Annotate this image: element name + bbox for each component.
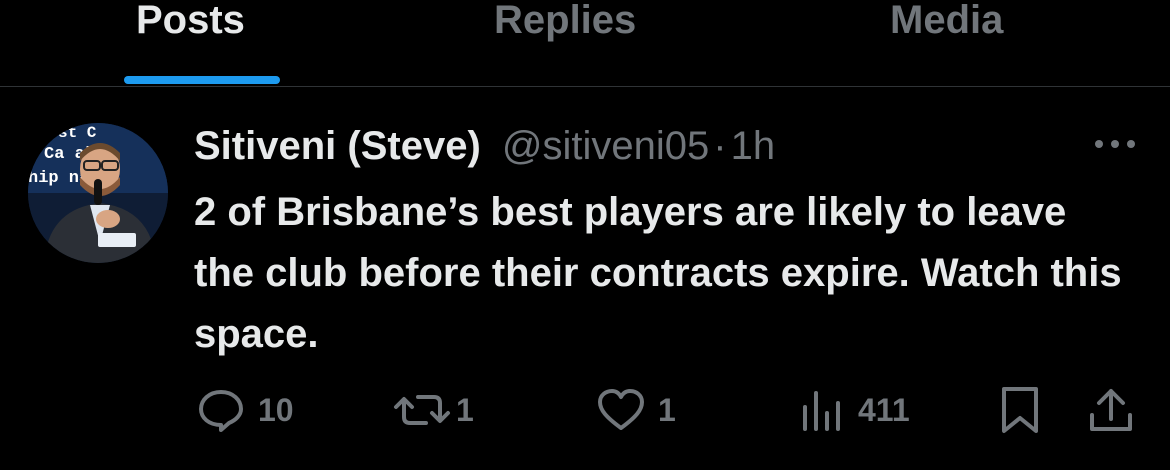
profile-photo-icon: st C Ca al hip nag — [28, 123, 168, 263]
like-button[interactable]: 1 — [596, 380, 676, 440]
more-options-button[interactable] — [1092, 130, 1138, 158]
tab-replies-label: Replies — [494, 0, 637, 42]
post-actions: 10 1 1 411 — [0, 380, 1170, 440]
more-icon — [1095, 140, 1135, 148]
reply-button[interactable]: 10 — [196, 380, 294, 440]
post-text: 2 of Brisbane’s best players are likely … — [194, 190, 1122, 356]
tab-replies[interactable]: Replies — [494, 0, 674, 86]
bookmark-icon — [1002, 387, 1038, 433]
views-count: 411 — [858, 391, 910, 428]
views-icon — [803, 391, 840, 431]
views-button[interactable]: 411 — [800, 380, 910, 440]
author-avatar[interactable]: st C Ca al hip nag — [28, 123, 168, 263]
tab-active-indicator — [124, 76, 280, 84]
tab-posts[interactable]: Posts — [124, 0, 280, 86]
repost-icon — [394, 395, 450, 425]
repost-button[interactable]: 1 — [392, 380, 474, 440]
repost-count: 1 — [456, 391, 474, 428]
bookmark-button[interactable] — [998, 380, 1042, 440]
heart-icon — [598, 389, 644, 430]
reply-icon — [199, 390, 243, 432]
svg-text:st C: st C — [58, 124, 97, 142]
tab-media-label: Media — [890, 0, 1004, 42]
tab-posts-label: Posts — [136, 0, 245, 42]
tab-media[interactable]: Media — [890, 0, 1040, 86]
profile-tabs: Posts Replies Media — [0, 0, 1170, 87]
like-count: 1 — [658, 391, 676, 428]
share-icon — [1090, 389, 1132, 431]
share-button[interactable] — [1086, 380, 1136, 440]
post-header: Sitiveni (Steve) @sitiveni05 · 1h — [194, 122, 775, 170]
reply-count: 10 — [258, 391, 294, 428]
author-handle[interactable]: @sitiveni05 — [502, 124, 709, 168]
post-timestamp[interactable]: 1h — [731, 124, 776, 168]
header-separator: · — [713, 124, 727, 168]
author-name[interactable]: Sitiveni (Steve) — [194, 124, 481, 168]
